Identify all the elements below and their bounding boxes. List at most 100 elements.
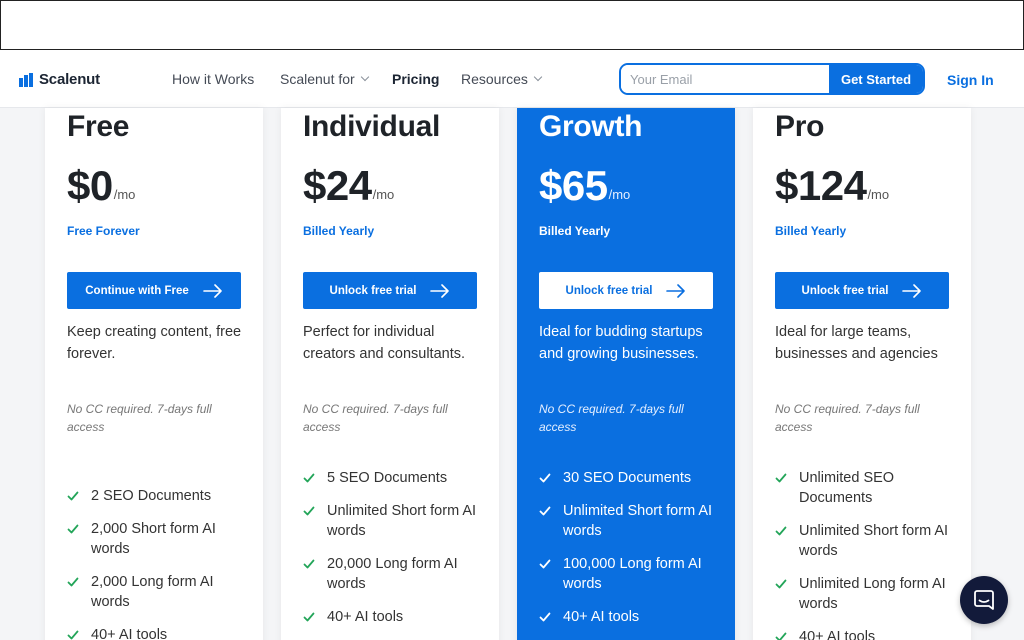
feature-text: 2,000 Long form AI words	[91, 574, 214, 610]
check-icon	[303, 506, 315, 516]
feature-item: Unlimited Short form AI words	[539, 501, 725, 541]
check-icon	[539, 473, 551, 483]
nav-label: Pricing	[392, 71, 440, 87]
arrow-right-icon	[202, 283, 222, 298]
feature-item: 100,000 Long form AI words	[539, 554, 725, 594]
check-icon	[303, 612, 315, 622]
check-icon	[775, 526, 787, 536]
feature-list: Unlimited SEO Documents Unlimited Short f…	[775, 468, 961, 640]
cta-label: Unlock free trial	[565, 284, 653, 297]
billing-cycle: Billed Yearly	[539, 224, 611, 238]
price-period: /mo	[113, 187, 136, 202]
feature-item: Unlimited Short form AI words	[303, 501, 489, 541]
feature-text: 40+ AI tools	[327, 609, 404, 625]
nav-resources[interactable]: Resources	[461, 71, 543, 87]
top-banner	[0, 0, 1024, 50]
nav-label: How it Works	[172, 71, 255, 87]
chat-icon	[974, 590, 994, 610]
check-icon	[539, 559, 551, 569]
price-amount: $0	[67, 162, 113, 209]
get-started-button[interactable]: Get Started	[829, 65, 923, 93]
pricing-card-free: Free $0 /mo Free Forever Continue with F…	[45, 108, 263, 640]
feature-item: 5 SEO Documents	[303, 468, 489, 488]
plan-name: Individual	[303, 110, 441, 143]
nav-label: Resources	[461, 71, 528, 87]
feature-text: Unlimited Short form AI words	[563, 503, 713, 539]
price-amount: $124	[775, 162, 867, 209]
price-amount: $65	[539, 162, 608, 209]
nav-pricing[interactable]: Pricing	[392, 71, 439, 87]
plan-cta-button[interactable]: Unlock free trial	[303, 272, 477, 309]
check-icon	[775, 473, 787, 483]
check-icon	[539, 506, 551, 516]
plan-name: Pro	[775, 110, 825, 143]
feature-item: 20,000 Long form AI words	[303, 554, 489, 594]
plan-price: $65 /mo	[539, 163, 630, 209]
plan-price: $24 /mo	[303, 163, 394, 209]
check-icon	[303, 559, 315, 569]
feature-text: 20,000 Long form AI words	[327, 556, 458, 592]
plan-description: Keep creating content, free forever.	[67, 324, 242, 362]
feature-text: Unlimited Short form AI words	[799, 523, 949, 559]
billing-cycle: Billed Yearly	[303, 224, 375, 238]
arrow-right-icon	[902, 283, 922, 298]
price-period: /mo	[372, 187, 395, 202]
scalenut-logo-icon	[19, 72, 33, 87]
feature-item: 2 SEO Documents	[67, 486, 253, 506]
feature-list: 30 SEO Documents Unlimited Short form AI …	[539, 468, 725, 640]
plan-description: Perfect for individual creators and cons…	[303, 324, 466, 362]
plan-cta-button[interactable]: Continue with Free	[67, 272, 241, 309]
plan-description: Ideal for budding startups and growing b…	[539, 324, 703, 362]
feature-text: 40+ AI tools	[799, 629, 876, 640]
check-icon	[303, 473, 315, 483]
trial-note: No CC required. 7-days full access	[67, 402, 212, 434]
feature-item: Unlimited Long form AI words	[775, 574, 961, 614]
brand-name: Scalenut	[39, 71, 100, 88]
arrow-right-icon	[666, 283, 686, 298]
feature-item: 40+ AI tools	[775, 627, 961, 640]
nav-label: Scalenut for	[280, 71, 355, 87]
plan-description: Ideal for large teams, businesses and ag…	[775, 324, 938, 362]
plan-price: $0 /mo	[67, 163, 135, 209]
check-icon	[67, 524, 79, 534]
plan-price: $124 /mo	[775, 163, 889, 209]
feature-item: Unlimited SEO Documents	[775, 468, 961, 508]
arrow-right-icon	[430, 283, 450, 298]
plan-name: Growth	[539, 110, 643, 143]
chevron-down-icon	[360, 72, 369, 82]
feature-text: 2,000 Short form AI words	[91, 521, 216, 557]
billing-cycle: Billed Yearly	[775, 224, 847, 238]
cta-label: Unlock free trial	[329, 284, 417, 297]
cta-label: Continue with Free	[85, 284, 189, 297]
chat-launcher-button[interactable]	[960, 576, 1008, 624]
feature-text: 40+ AI tools	[563, 609, 640, 625]
pricing-card-growth: Growth $65 /mo Billed Yearly Unlock free…	[517, 108, 735, 640]
feature-text: Unlimited SEO Documents	[799, 470, 895, 506]
email-input[interactable]	[621, 65, 829, 93]
check-icon	[67, 577, 79, 587]
nav-scalenut-for[interactable]: Scalenut for	[280, 71, 369, 87]
feature-text: 40+ AI tools	[91, 627, 168, 640]
feature-item: 2,000 Long form AI words	[67, 572, 253, 612]
feature-item: 40+ AI tools	[539, 607, 725, 627]
cta-label: Unlock free trial	[801, 284, 889, 297]
feature-text: Unlimited Long form AI words	[799, 576, 946, 612]
pricing-card-individual: Individual $24 /mo Billed Yearly Unlock …	[281, 108, 499, 640]
feature-item: 40+ AI tools	[303, 607, 489, 627]
chevron-down-icon	[533, 72, 543, 82]
plan-name: Free	[67, 110, 130, 143]
price-period: /mo	[608, 187, 631, 202]
feature-item: Unlimited Short form AI words	[775, 521, 961, 561]
price-period: /mo	[867, 187, 890, 202]
feature-item: 40+ AI tools	[67, 625, 253, 640]
scalenut-logo[interactable]: Scalenut	[19, 71, 100, 88]
feature-list: 2 SEO Documents 2,000 Short form AI words…	[67, 486, 253, 640]
feature-list: 5 SEO Documents Unlimited Short form AI w…	[303, 468, 489, 640]
check-icon	[67, 491, 79, 501]
plan-cta-button[interactable]: Unlock free trial	[539, 272, 713, 309]
check-icon	[67, 630, 79, 640]
nav-how-it-works[interactable]: How it Works	[172, 71, 254, 87]
trial-note: No CC required. 7-days full access	[539, 402, 684, 434]
sign-in-link[interactable]: Sign In	[947, 72, 994, 88]
plan-cta-button[interactable]: Unlock free trial	[775, 272, 949, 309]
